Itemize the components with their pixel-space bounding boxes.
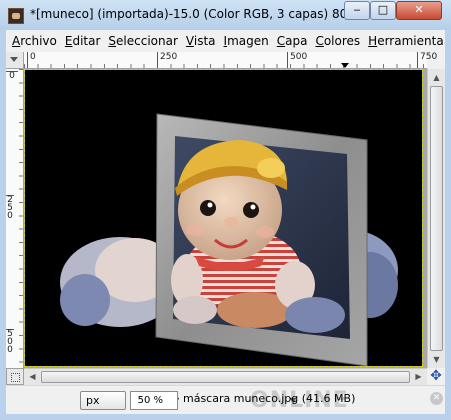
menu-seleccionar[interactable]: Seleccionar bbox=[104, 30, 182, 52]
menu-label: ista bbox=[193, 34, 216, 48]
menu-editar[interactable]: Editar bbox=[61, 30, 105, 52]
image-layer[interactable] bbox=[24, 69, 423, 367]
scroll-up-icon[interactable]: ▲ bbox=[428, 69, 445, 86]
ruler-corner-menu-button[interactable] bbox=[6, 52, 24, 69]
horizontal-scrollbar[interactable]: ◀ ▶ bbox=[24, 368, 427, 385]
ruler-label: 250 bbox=[157, 52, 177, 68]
vertical-scrollbar[interactable]: ▲ ▼ bbox=[427, 69, 445, 368]
ruler-label-text: 0 bbox=[9, 71, 15, 81]
horizontal-scroll-thumb[interactable] bbox=[41, 371, 410, 383]
menu-colores[interactable]: Colores bbox=[311, 30, 364, 52]
scroll-left-icon[interactable]: ◀ bbox=[24, 369, 41, 385]
menu-mnemonic: C bbox=[276, 34, 286, 48]
doll-photo-frame bbox=[60, 113, 398, 367]
menu-label: eleccionar bbox=[116, 34, 178, 48]
menu-mnemonic: V bbox=[185, 34, 194, 48]
zoom-value: 50 % bbox=[137, 395, 163, 406]
unit-select[interactable]: px ▼ bbox=[80, 391, 179, 410]
menu-label: magen bbox=[227, 34, 269, 48]
vertical-ruler[interactable]: 0 250 500 bbox=[6, 69, 24, 368]
status-message: máscara muneco.jpg (41.6 MB) bbox=[183, 392, 356, 405]
menu-bar: Archivo Editar Seleccionar Vista Imagen Capa C… bbox=[6, 30, 445, 52]
ruler-label: 500 bbox=[287, 52, 307, 68]
menu-herramientas[interactable]: Herramienta bbox=[364, 30, 445, 52]
menu-imagen[interactable]: Imagen bbox=[220, 30, 273, 52]
vertical-scroll-thumb[interactable] bbox=[430, 86, 443, 351]
menu-capa[interactable]: Capa bbox=[273, 30, 312, 52]
zoom-combo[interactable]: 50 % ▼ bbox=[130, 391, 296, 410]
menu-mnemonic: A bbox=[12, 34, 21, 48]
menu-mnemonic: H bbox=[368, 34, 378, 48]
window-titlebar[interactable]: *[muneco] (importada)-15.0 (Color RGB, 3… bbox=[0, 0, 451, 30]
maximize-button[interactable]: □ bbox=[370, 1, 396, 20]
image-canvas[interactable] bbox=[24, 69, 427, 368]
ruler-label: 500 bbox=[6, 329, 14, 355]
ruler-label: 0 bbox=[27, 52, 36, 68]
menu-vista[interactable]: Vista bbox=[182, 30, 220, 52]
scroll-right-icon[interactable]: ▶ bbox=[410, 369, 427, 385]
menu-label: rchivo bbox=[20, 34, 57, 48]
window-title: *[muneco] (importada)-15.0 (Color RGB, 3… bbox=[30, 7, 348, 21]
ruler-label-text: 500 bbox=[7, 329, 13, 355]
menu-label: erramienta bbox=[377, 34, 444, 48]
unit-value: px bbox=[86, 394, 100, 407]
gimp-image-icon[interactable] bbox=[8, 8, 24, 24]
ruler-label-text: 250 bbox=[7, 195, 13, 221]
ruler-label: 0 bbox=[6, 71, 18, 81]
quick-mask-icon[interactable] bbox=[6, 368, 24, 385]
menu-archivo[interactable]: Archivo bbox=[6, 30, 61, 52]
ruler-pointer-icon bbox=[341, 63, 349, 68]
scroll-down-icon[interactable]: ▼ bbox=[428, 351, 445, 368]
menu-label: apa bbox=[285, 34, 308, 48]
menu-mnemonic: C bbox=[315, 34, 324, 48]
menu-label: ditar bbox=[72, 34, 101, 48]
close-button[interactable]: ✕ bbox=[396, 1, 442, 20]
horizontal-ruler[interactable]: 0 250 500 750 bbox=[24, 52, 437, 69]
image-window: Archivo Editar Seleccionar Vista Imagen Capa C… bbox=[6, 30, 445, 414]
ruler-label: 250 bbox=[6, 195, 14, 221]
menu-mnemonic: S bbox=[108, 34, 117, 48]
menu-label: olores bbox=[323, 34, 361, 48]
minimize-button[interactable]: ‒ bbox=[344, 1, 370, 20]
navigate-move-icon[interactable]: ✥ bbox=[427, 368, 445, 385]
status-bar: px ▼ 50 % ▼ ONLINE máscara muneco.jpg (4… bbox=[6, 385, 445, 414]
cancel-icon[interactable]: ✕ bbox=[430, 392, 443, 405]
ruler-label: 750 bbox=[417, 52, 437, 68]
